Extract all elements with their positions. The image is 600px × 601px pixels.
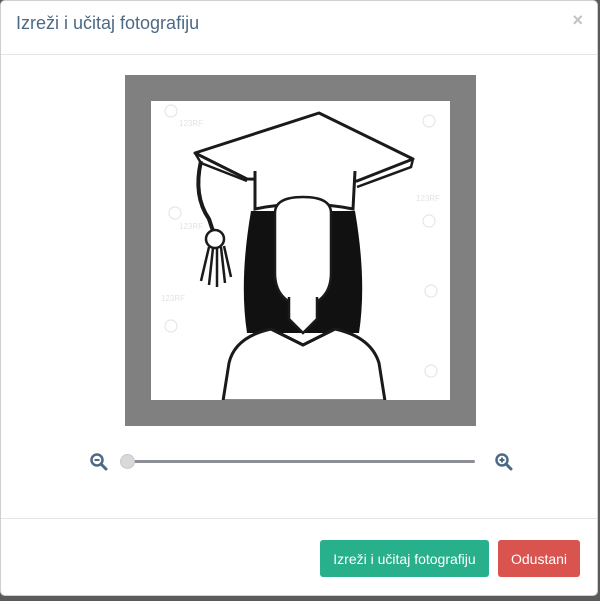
graduate-avatar-icon: 123RF 123RF 123RF 123RF 123RF [161,104,440,400]
cancel-button[interactable]: Odustani [498,540,580,577]
crop-upload-dialog: Izreži i učitaj fotografiju × 123RF 123R… [0,0,598,596]
crop-area[interactable]: 123RF 123RF 123RF 123RF 123RF [125,75,476,426]
svg-text:123RF: 123RF [179,119,203,128]
svg-text:123RF: 123RF [179,222,203,231]
svg-text:123RF: 123RF [416,194,440,203]
zoom-slider[interactable] [120,454,475,469]
crop-upload-button[interactable]: Izreži i učitaj fotografiju [320,540,489,577]
close-icon[interactable]: × [572,10,583,30]
svg-text:123RF: 123RF [161,294,185,303]
crop-image[interactable]: 123RF 123RF 123RF 123RF 123RF [151,101,450,400]
dialog-title: Izreži i učitaj fotografiju [16,13,200,33]
zoom-control [89,450,514,474]
zoom-out-icon[interactable] [89,452,109,472]
zoom-in-icon[interactable] [494,452,514,472]
dialog-footer: Izreži i učitaj fotografiju Odustani [1,518,597,598]
zoom-slider-thumb[interactable] [120,454,135,469]
dialog-header: Izreži i učitaj fotografiju × [1,1,597,55]
